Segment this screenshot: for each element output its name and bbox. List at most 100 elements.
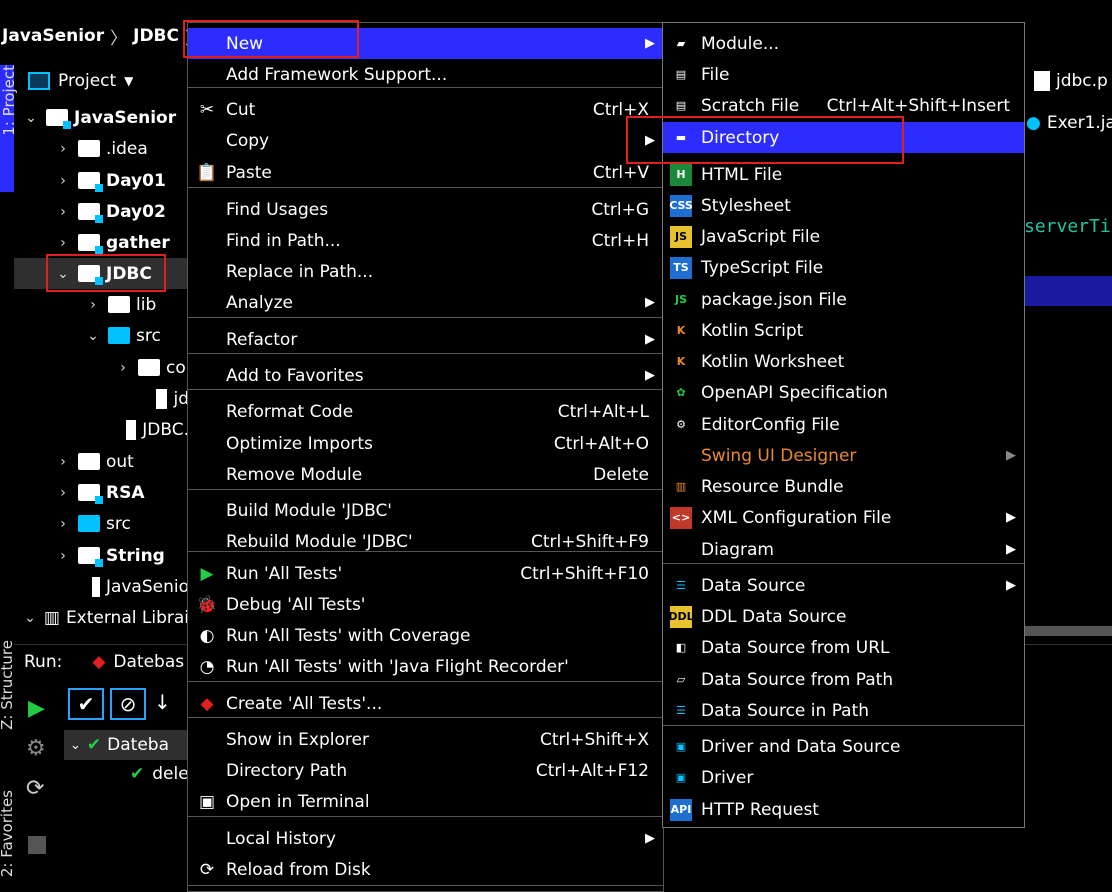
tree-item[interactable]: › co — [14, 352, 189, 383]
chevron-right-icon[interactable]: › — [54, 454, 72, 470]
chevron-right-icon[interactable]: › — [54, 485, 72, 501]
submenu-item[interactable]: Swing UI Designer ▶ — [663, 440, 1024, 471]
menu-item[interactable]: Optimize Imports Ctrl+Alt+O — [188, 428, 663, 459]
submenu-item[interactable]: ☰ Data Source ▶ — [663, 570, 1024, 601]
menu-item[interactable]: ◆ Create 'All Tests'... — [188, 688, 663, 719]
chevron-right-icon[interactable]: › — [84, 297, 102, 313]
menu-item[interactable]: Copy ▶ — [188, 125, 663, 156]
menu-item[interactable]: Rebuild Module 'JDBC' Ctrl+Shift+F9 — [188, 526, 663, 557]
tree-item[interactable]: › Day01 — [14, 165, 189, 196]
submenu-item[interactable]: ▥ Resource Bundle — [663, 471, 1024, 502]
stop-icon[interactable] — [28, 836, 46, 854]
menu-item[interactable]: Show in Explorer Ctrl+Shift+X — [188, 724, 663, 755]
chevron-right-icon[interactable]: › — [54, 548, 72, 564]
chevron-right-icon[interactable]: › — [54, 141, 72, 157]
breadcrumb-child[interactable]: JDBC — [133, 26, 179, 46]
submenu-item[interactable]: ▣ Driver and Data Source — [663, 731, 1024, 762]
tree-item[interactable]: › lib — [14, 289, 189, 320]
menu-item[interactable]: ▣ Open in Terminal — [188, 786, 663, 817]
menu-item[interactable]: Reformat Code Ctrl+Alt+L — [188, 396, 663, 427]
submenu-item[interactable]: K Kotlin Worksheet — [663, 346, 1024, 377]
menu-item[interactable]: ⟳ Reload from Disk — [188, 854, 663, 885]
menu-item[interactable]: ▶ Run 'All Tests' Ctrl+Shift+F10 — [188, 558, 663, 589]
test-root-row[interactable]: ⌄ ✔ Dateba — [64, 730, 189, 760]
menu-item[interactable]: Build Module 'JDBC' — [188, 495, 663, 526]
menu-item[interactable]: ◐ Run 'All Tests' with Coverage — [188, 620, 663, 651]
chevron-down-icon[interactable]: ⌄ — [54, 266, 72, 282]
tree-item[interactable]: › out — [14, 446, 189, 477]
chevron-down-icon[interactable]: ⌄ — [84, 328, 102, 344]
tree-item[interactable]: ⌄ JavaSenior — [14, 102, 189, 133]
submenu-item[interactable]: CSS Stylesheet — [663, 190, 1024, 221]
rerun-icon[interactable]: ▶ — [28, 696, 45, 721]
menu-item[interactable]: ◔ Run 'All Tests' with 'Java Flight Recor… — [188, 651, 663, 682]
chevron-down-icon[interactable]: ⌄ — [22, 110, 40, 126]
tree-item[interactable]: › .idea — [14, 133, 189, 164]
submenu-item[interactable]: ✿ OpenAPI Specification — [663, 377, 1024, 408]
horizontal-scrollbar[interactable] — [1024, 626, 1112, 636]
debug-icon[interactable]: ⚙ — [26, 736, 46, 761]
run-tab[interactable]: Datebas — [113, 652, 184, 672]
refresh-icon[interactable]: ⟳ — [26, 776, 44, 801]
tree-item[interactable]: › src — [14, 508, 189, 539]
test-item-row[interactable]: ✔ dele — [130, 764, 189, 784]
menu-item[interactable]: Local History ▶ — [188, 823, 663, 854]
tree-item[interactable]: › gather — [14, 227, 189, 258]
tree-item[interactable]: ⌄ src — [14, 320, 189, 351]
breadcrumb-root[interactable]: JavaSenior — [2, 26, 104, 46]
chevron-right-icon[interactable]: › — [114, 360, 132, 376]
menu-item[interactable]: New ▶ — [188, 28, 663, 59]
submenu-item[interactable]: ☰ Data Source in Path — [663, 695, 1024, 726]
menu-item[interactable]: Replace in Path... — [188, 256, 663, 287]
menu-item[interactable]: ✂ Cut Ctrl+X — [188, 94, 663, 125]
project-header[interactable]: Project ▼ — [14, 62, 189, 100]
menu-item[interactable]: Find Usages Ctrl+G — [188, 194, 663, 225]
menu-item[interactable]: 📋 Paste Ctrl+V — [188, 157, 663, 188]
tree-item[interactable]: JDBC. — [14, 414, 189, 445]
sort-icon[interactable]: ↓ — [154, 690, 171, 714]
submenu-item[interactable]: Diagram ▶ — [663, 534, 1024, 565]
menu-item[interactable]: Directory Path Ctrl+Alt+F12 — [188, 755, 663, 786]
project-tool-tab[interactable]: 1: Project — [0, 65, 18, 192]
submenu-item[interactable]: JS JavaScript File — [663, 221, 1024, 252]
submenu-item[interactable]: TS TypeScript File — [663, 252, 1024, 283]
editor-tab-exer1[interactable]: ● Exer1.jav — [1024, 104, 1112, 142]
submenu-item[interactable]: JS package.json File — [663, 284, 1024, 315]
submenu-item[interactable]: K Kotlin Script — [663, 315, 1024, 346]
tree-item[interactable]: › RSA — [14, 477, 189, 508]
show-ignored-button[interactable]: ⊘ — [110, 688, 146, 720]
submenu-item[interactable]: ▤ File — [663, 59, 1024, 90]
chevron-right-icon[interactable]: › — [54, 204, 72, 220]
menu-item[interactable]: Analyze ▶ — [188, 287, 663, 318]
submenu-item[interactable]: DDL DDL Data Source — [663, 601, 1024, 632]
submenu-item[interactable]: ▬ Directory — [663, 122, 1024, 153]
tree-item[interactable]: jd — [14, 383, 189, 414]
submenu-item[interactable]: ◧ Data Source from URL — [663, 632, 1024, 663]
tree-item[interactable]: ⌄ ▥ External Librai — [14, 602, 189, 633]
tree-item[interactable]: › String — [14, 540, 189, 571]
menu-item[interactable]: Add to Favorites ▶ — [188, 360, 663, 391]
chevron-down-icon[interactable]: ⌄ — [22, 610, 38, 626]
submenu-item[interactable]: ▱ Data Source from Path — [663, 664, 1024, 695]
submenu-item[interactable]: ⚙ EditorConfig File — [663, 409, 1024, 440]
tree-item[interactable]: ⌄ JDBC — [14, 258, 189, 289]
editor-tab-jdbc[interactable]: jdbc.p — [1024, 62, 1112, 100]
tree-item[interactable]: JavaSenio — [14, 571, 189, 602]
menu-item[interactable]: Find in Path... Ctrl+H — [188, 225, 663, 256]
tree-item[interactable]: › Day02 — [14, 196, 189, 227]
chevron-right-icon[interactable]: › — [54, 173, 72, 189]
menu-item[interactable]: Refactor ▶ — [188, 324, 663, 355]
menu-item[interactable]: Remove Module Delete — [188, 459, 663, 490]
menu-item[interactable]: Add Framework Support... — [188, 59, 663, 90]
chevron-right-icon[interactable]: › — [54, 235, 72, 251]
menu-item[interactable]: 🐞 Debug 'All Tests' — [188, 589, 663, 620]
submenu-item[interactable]: ▤ Scratch File Ctrl+Alt+Shift+Insert — [663, 90, 1024, 121]
show-passed-button[interactable]: ✔ — [68, 688, 104, 720]
chevron-down-icon[interactable]: ▼ — [124, 74, 133, 88]
chevron-right-icon[interactable]: › — [54, 516, 72, 532]
submenu-item[interactable]: <> XML Configuration File ▶ — [663, 502, 1024, 533]
submenu-item[interactable]: ▰ Module... — [663, 28, 1024, 59]
submenu-item[interactable]: ▣ Driver — [663, 762, 1024, 793]
submenu-item[interactable]: API HTTP Request — [663, 794, 1024, 825]
submenu-item[interactable]: H HTML File — [663, 159, 1024, 190]
